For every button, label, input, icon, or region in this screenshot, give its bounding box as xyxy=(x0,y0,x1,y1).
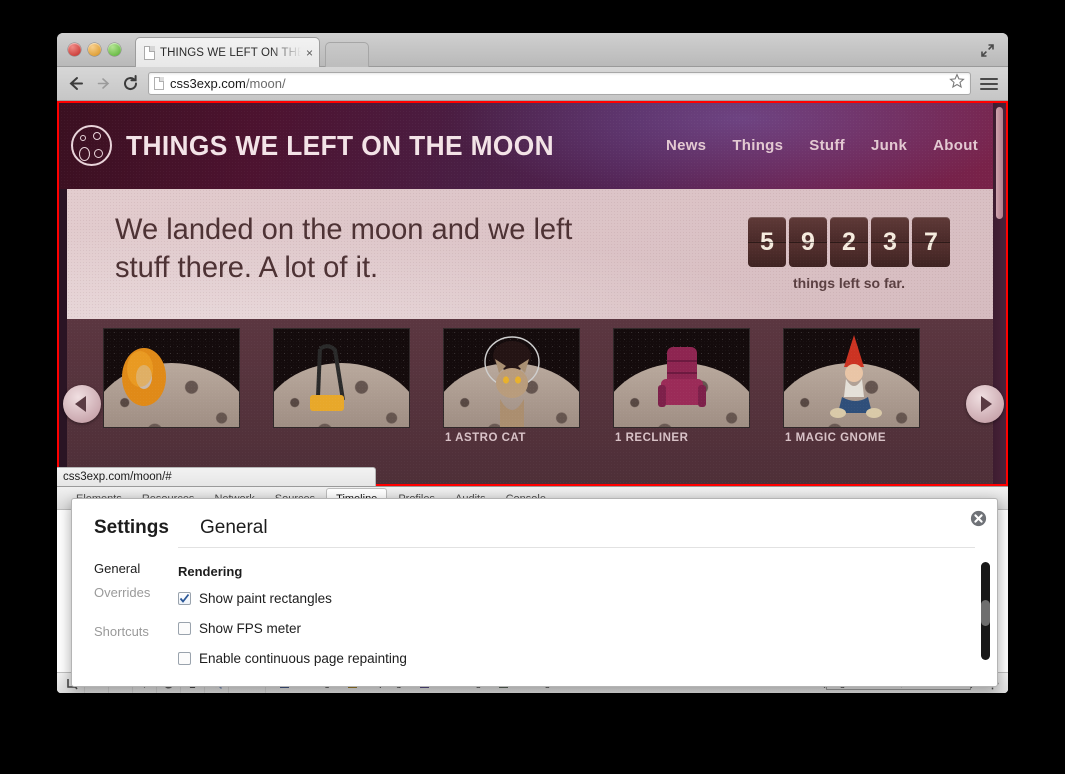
close-circle-icon[interactable] xyxy=(970,510,987,527)
settings-scrollbar-thumb[interactable] xyxy=(981,600,990,626)
new-tab-button[interactable] xyxy=(325,42,369,67)
carousel-item-caption: 1 ASTRO CAT xyxy=(445,432,526,444)
browser-window: THINGS WE LEFT ON THE MOON × xyxy=(57,33,1008,693)
settings-nav-overrides[interactable]: Overrides xyxy=(94,585,178,600)
site-brand[interactable]: THINGS WE LEFT ON THE MOON xyxy=(71,125,581,166)
item-carousel: 1 ASTRO CAT 1 RECLINER 1 MAGIC GNOME xyxy=(63,319,1004,486)
devtools-settings-dialog: Settings General General Overrides Short… xyxy=(71,498,998,687)
carousel-item-image xyxy=(103,328,240,428)
forward-arrow-icon[interactable] xyxy=(94,75,112,93)
settings-content: Rendering Show paint rectangles Show FPS… xyxy=(178,547,975,681)
counter-caption: things left so far. xyxy=(792,275,905,291)
nav-item-about[interactable]: About xyxy=(933,137,978,154)
site-nav: News Things Stuff Junk About xyxy=(666,137,978,154)
site-header: THINGS WE LEFT ON THE MOON News Things S… xyxy=(57,101,1008,189)
link-status-bubble: css3exp.com/moon/# xyxy=(57,467,376,486)
settings-scrollbar[interactable] xyxy=(981,562,990,660)
carousel-item-image xyxy=(443,328,580,428)
carousel-item[interactable] xyxy=(273,328,410,428)
site-title: THINGS WE LEFT ON THE MOON xyxy=(126,129,554,161)
carousel-item[interactable]: 1 ASTRO CAT xyxy=(443,328,580,444)
checkbox-icon[interactable] xyxy=(178,652,191,665)
page-favicon-icon xyxy=(154,77,164,90)
carousel-item[interactable]: 1 RECLINER xyxy=(613,328,750,444)
settings-nav-general[interactable]: General xyxy=(94,561,178,576)
carousel-item-caption: 1 MAGIC GNOME xyxy=(785,432,887,444)
carousel-item-image xyxy=(783,328,920,428)
counter-digits: 5 9 2 3 7 xyxy=(748,217,950,267)
reload-icon[interactable] xyxy=(121,75,139,93)
maximize-icon[interactable] xyxy=(976,40,998,60)
checkbox-icon[interactable] xyxy=(178,622,191,635)
moon-logo-icon xyxy=(71,125,112,166)
settings-header: Settings General xyxy=(72,499,997,547)
counter-digit: 5 xyxy=(748,217,786,267)
browser-tab-strip: THINGS WE LEFT ON THE MOON × xyxy=(57,33,1008,67)
carousel-item-caption: 1 RECLINER xyxy=(615,432,689,444)
window-controls xyxy=(68,43,121,56)
url-host: css3exp.com xyxy=(170,76,246,91)
browser-tab[interactable]: THINGS WE LEFT ON THE MOON × xyxy=(135,37,320,67)
nav-item-junk[interactable]: Junk xyxy=(871,137,907,154)
nav-item-stuff[interactable]: Stuff xyxy=(809,137,845,154)
counter-digit: 9 xyxy=(789,217,827,267)
zoom-window-button[interactable] xyxy=(108,43,121,56)
setting-show-paint-rectangles[interactable]: Show paint rectangles xyxy=(178,591,947,606)
settings-group-title: Rendering xyxy=(178,564,243,579)
arrow-right-icon[interactable] xyxy=(966,385,1004,423)
settings-section-title: General xyxy=(200,517,268,538)
hero-headline: We landed on the moon and we left stuff … xyxy=(115,213,573,285)
nav-item-news[interactable]: News xyxy=(666,137,706,154)
hamburger-menu-icon[interactable] xyxy=(980,75,998,93)
page-viewport: THINGS WE LEFT ON THE MOON News Things S… xyxy=(57,101,1008,486)
hero-banner: We landed on the moon and we left stuff … xyxy=(67,189,998,319)
nav-item-things[interactable]: Things xyxy=(732,137,783,154)
browser-toolbar: css3exp.com/moon/ xyxy=(57,67,1008,101)
counter-digit: 2 xyxy=(830,217,868,267)
things-counter: 5 9 2 3 7 things left so far. xyxy=(748,217,950,291)
settings-body: General Overrides Shortcuts Rendering Sh… xyxy=(72,547,997,681)
bookmark-star-icon[interactable] xyxy=(949,73,965,94)
settings-sidebar: General Overrides Shortcuts xyxy=(72,547,178,681)
page-scrollbar[interactable] xyxy=(993,103,1006,484)
setting-label: Show FPS meter xyxy=(199,621,302,636)
setting-label: Show paint rectangles xyxy=(199,591,332,606)
back-arrow-icon[interactable] xyxy=(67,75,85,93)
settings-heading: Settings xyxy=(94,517,169,538)
checkbox-checked-icon[interactable] xyxy=(178,592,191,605)
settings-nav-shortcuts[interactable]: Shortcuts xyxy=(94,624,178,639)
url-path: /moon/ xyxy=(245,76,286,91)
carousel-slides: 1 ASTRO CAT 1 RECLINER 1 MAGIC GNOME xyxy=(103,328,920,444)
carousel-item-image xyxy=(613,328,750,428)
address-bar-url: css3exp.com/moon/ xyxy=(170,76,943,91)
address-bar[interactable]: css3exp.com/moon/ xyxy=(148,72,971,95)
close-tab-icon[interactable]: × xyxy=(306,47,313,59)
page-scrollbar-thumb[interactable] xyxy=(996,107,1003,219)
counter-digit: 3 xyxy=(871,217,909,267)
minimize-window-button[interactable] xyxy=(88,43,101,56)
carousel-item-image xyxy=(273,328,410,428)
page-favicon-icon xyxy=(144,45,155,60)
counter-digit: 7 xyxy=(912,217,950,267)
desktop-background: THINGS WE LEFT ON THE MOON × xyxy=(0,0,1065,774)
carousel-item[interactable] xyxy=(103,328,240,428)
setting-label: Enable continuous page repainting xyxy=(199,651,407,666)
devtools-panel: Elements Resources Network Sources Timel… xyxy=(57,486,1008,693)
carousel-item[interactable]: 1 MAGIC GNOME xyxy=(783,328,920,444)
setting-show-fps-meter[interactable]: Show FPS meter xyxy=(178,621,947,636)
close-window-button[interactable] xyxy=(68,43,81,56)
arrow-left-icon[interactable] xyxy=(63,385,101,423)
browser-tab-title: THINGS WE LEFT ON THE MOON xyxy=(160,46,301,59)
setting-enable-continuous-page-repainting[interactable]: Enable continuous page repainting xyxy=(178,651,947,666)
